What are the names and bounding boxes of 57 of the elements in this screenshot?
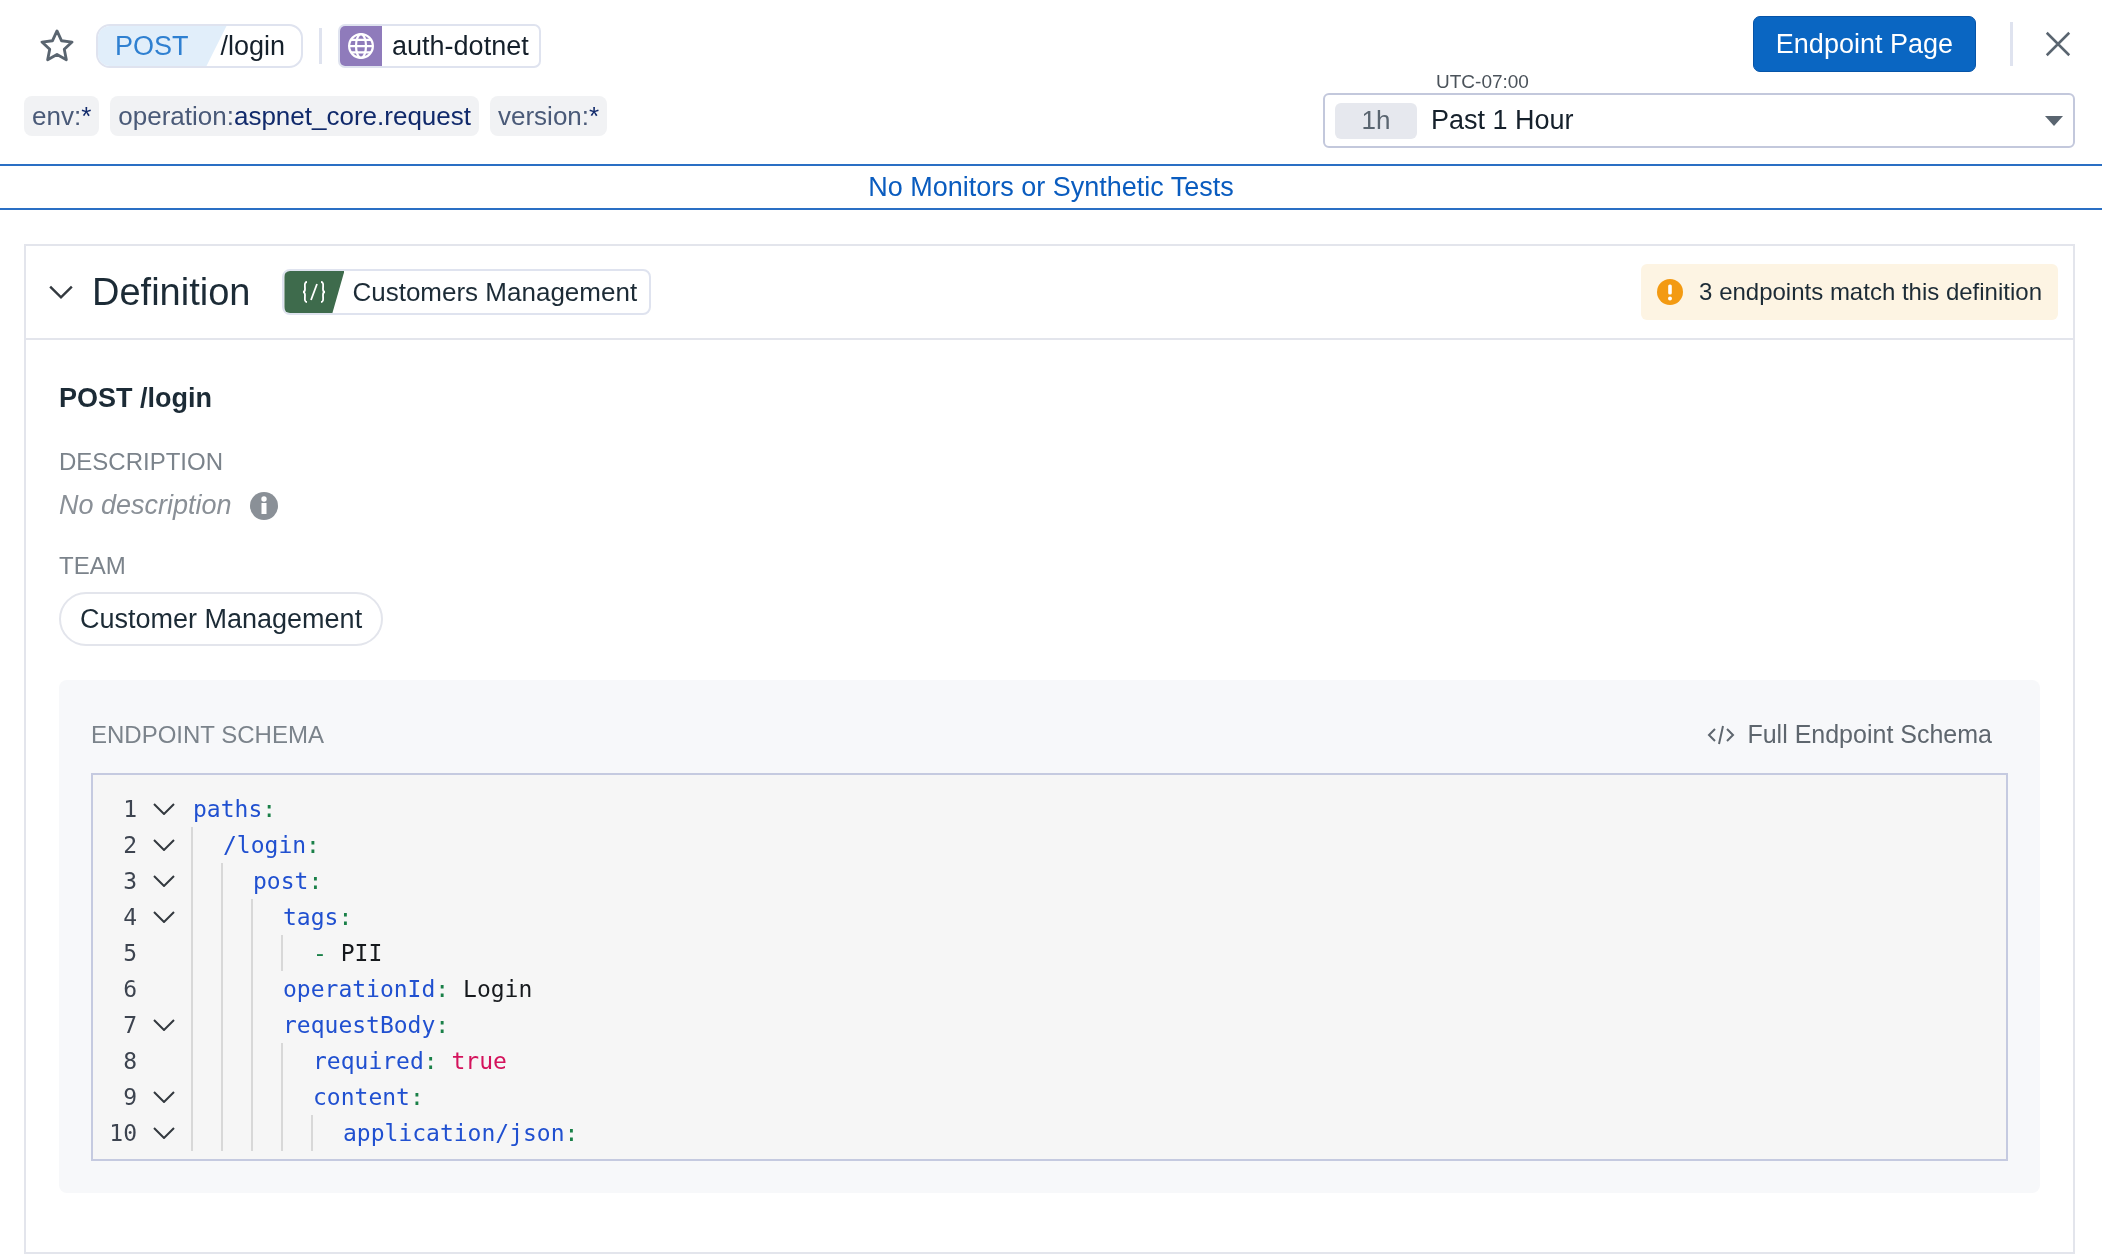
line-number: 7 <box>122 1011 137 1040</box>
section-title: Definition <box>92 270 251 314</box>
endpoint-title: POST /login <box>59 383 213 414</box>
close-icon[interactable] <box>2043 29 2073 59</box>
team-tag[interactable]: Customer Management <box>59 592 384 646</box>
path-label: /login <box>219 29 287 63</box>
warning-text: 3 endpoints match this definition <box>1699 278 2042 306</box>
line-number: 4 <box>122 903 137 932</box>
schema-title: ENDPOINT SCHEMA <box>91 720 324 749</box>
endpoint-page-button[interactable]: Endpoint Page <box>1752 16 1976 72</box>
code-line: operationId: Login <box>282 975 533 1004</box>
code-line: requestBody: <box>282 1011 450 1040</box>
dropdown-caret-icon <box>2045 115 2063 126</box>
team-label: TEAM <box>59 552 127 580</box>
line-number: 5 <box>122 939 137 968</box>
filter-tag[interactable]: version:* <box>490 96 608 136</box>
line-number: 6 <box>122 975 137 1004</box>
filter-tag[interactable]: operation:aspnet_core.request <box>110 96 479 136</box>
service-name: auth-dotnet <box>391 29 530 63</box>
fold-chevron-icon[interactable] <box>153 1127 175 1139</box>
service-tag[interactable]: auth-dotnet <box>338 24 541 68</box>
source-name: Customers Management <box>351 275 639 309</box>
description-text: No description <box>59 490 232 521</box>
fold-chevron-icon[interactable] <box>153 839 175 851</box>
code-line: post: <box>252 867 323 896</box>
time-range-value: Past 1 Hour <box>1431 105 1575 136</box>
line-number: 3 <box>122 867 137 896</box>
code-icon <box>1707 723 1736 746</box>
warning-icon <box>1657 279 1684 305</box>
code-line: tags: <box>282 903 353 932</box>
code-line: paths: <box>192 795 277 824</box>
code-line: required: true <box>312 1047 507 1076</box>
line-number: 8 <box>122 1047 137 1076</box>
line-number: 10 <box>108 1119 137 1148</box>
fold-chevron-icon[interactable] <box>153 803 175 815</box>
time-shortcut: 1h <box>1335 102 1417 139</box>
line-number: 1 <box>122 795 137 824</box>
fold-chevron-icon[interactable] <box>153 1019 175 1031</box>
line-number: 9 <box>122 1083 137 1112</box>
code-line: content: <box>312 1083 424 1112</box>
description-label: DESCRIPTION <box>59 448 224 476</box>
timezone-label: UTC-07:00 <box>1436 72 1529 92</box>
globe-icon <box>340 26 383 66</box>
code-line: /login: <box>222 831 320 860</box>
code-line: - PII <box>312 939 383 968</box>
code-line: application/json: <box>342 1119 579 1148</box>
monitors-link[interactable]: No Monitors or Synthetic Tests <box>868 171 1234 203</box>
fold-chevron-icon[interactable] <box>153 1091 175 1103</box>
fold-chevron-icon[interactable] <box>153 911 175 923</box>
full-schema-link[interactable]: Full Endpoint Schema <box>1747 720 1992 749</box>
braces-icon <box>284 271 345 313</box>
filter-tag[interactable]: env:* <box>24 96 100 136</box>
info-icon[interactable] <box>249 491 278 520</box>
line-number: 2 <box>122 831 137 860</box>
source-tag[interactable]: Customers Management <box>282 269 652 315</box>
fold-chevron-icon[interactable] <box>153 875 175 887</box>
time-range-picker[interactable]: 1h Past 1 Hour <box>1323 93 2075 148</box>
